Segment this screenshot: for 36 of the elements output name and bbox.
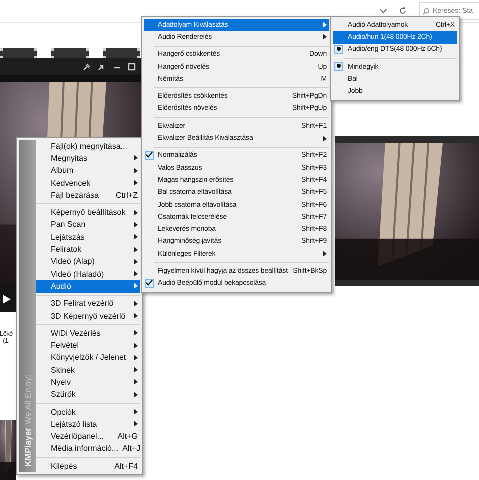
pin-icon[interactable] (83, 62, 91, 70)
menu-item[interactable]: Audió (36, 280, 140, 293)
logo-text: KMPlayer (22, 428, 32, 466)
menu-item[interactable]: Lejátszó lista (36, 418, 140, 431)
menu-item[interactable]: Album (36, 164, 140, 177)
menu-item[interactable]: Opciók (36, 406, 140, 418)
menu-item[interactable]: Videó (Haladó) (36, 268, 140, 280)
menu-item[interactable]: Média információ... Alt+J (36, 442, 140, 456)
menu-item[interactable]: Megnyitás (36, 152, 140, 165)
menu-item[interactable]: Nyelv (36, 376, 140, 389)
menu-item[interactable]: 3D Felirat vezérlő (36, 298, 140, 310)
film-thumbnail (0, 48, 38, 59)
chevron-down-icon[interactable] (380, 8, 387, 14)
maximize-icon[interactable] (128, 62, 136, 70)
menu-item[interactable]: Pan Scan (36, 218, 140, 232)
menu-item[interactable]: Skinek (36, 364, 140, 376)
film-thumbnail (102, 48, 140, 59)
menu-item[interactable]: Videó (Alap) (36, 256, 140, 268)
menu-item[interactable]: Lejátszás (36, 231, 140, 244)
menu-item[interactable]: Szűrők (36, 388, 140, 401)
menu-item[interactable]: Kilépés Alt+F4 (36, 460, 140, 472)
menu-item[interactable]: Kedvencek (36, 176, 140, 190)
play-icon[interactable] (3, 294, 11, 304)
menu-item[interactable]: Fájl bezárása Ctrl+Z (36, 189, 140, 202)
menu-item[interactable]: Fájl(ok) megnyitása... (36, 140, 140, 152)
menu-item[interactable]: Felvétel (36, 339, 140, 352)
film-thumbnail (51, 48, 89, 59)
shrink-icon[interactable] (98, 62, 106, 70)
menu-item[interactable]: Képernyő beállítások (36, 206, 140, 219)
menu-item[interactable]: 3D Képernyő vezérlő (36, 310, 140, 322)
menu-item[interactable]: WiDi Vezérlés (36, 327, 140, 340)
refresh-icon[interactable] (399, 7, 407, 15)
menu-item[interactable]: Vezérlőpanel... Alt+G (36, 430, 140, 443)
tagline: We All Enjoy! (22, 374, 32, 425)
menu-item[interactable]: Könyvjelzők / Jelenet (36, 352, 140, 364)
menu-item[interactable]: Feliratok (36, 243, 140, 256)
